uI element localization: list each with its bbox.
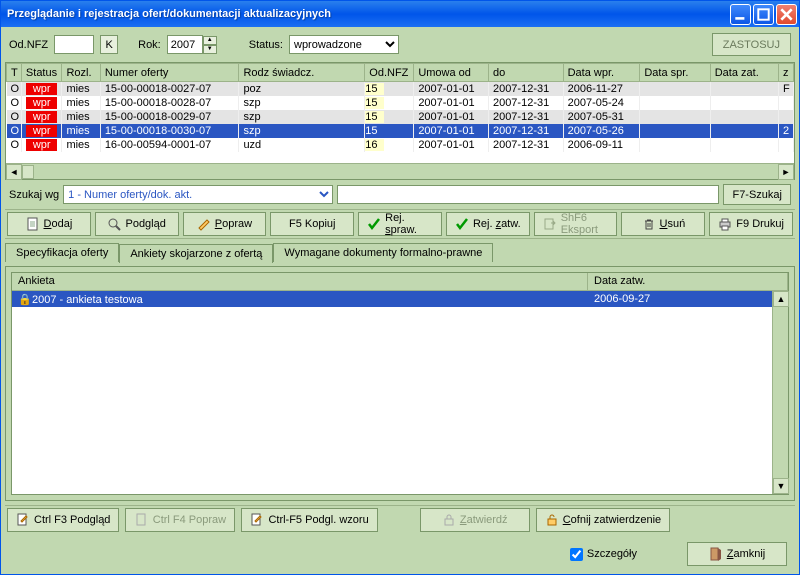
offers-grid: TStatusRozl.Numer ofertyRodz świadcz.Od.…	[5, 62, 795, 180]
export-button[interactable]: ShF6 Eksport	[534, 212, 618, 236]
export-icon	[543, 217, 557, 231]
rok-spin-down[interactable]: ▼	[203, 45, 217, 54]
tab-documents[interactable]: Wymagane dokumenty formalno-prawne	[273, 243, 493, 262]
col-data-zatw: Data zatw.	[588, 273, 788, 290]
detail-panel: Ankieta Data zatw. 🔒2007 - ankieta testo…	[5, 266, 795, 501]
table-row[interactable]: Owprmies15-00-00018-0030-07szp152007-01-…	[7, 124, 794, 138]
edit-button[interactable]: Popraw	[183, 212, 267, 236]
printer-icon	[718, 217, 732, 231]
tabs: Specyfikacja oferty Ankiety skojarzone z…	[5, 243, 795, 262]
details-checkbox[interactable]: Szczegóły	[570, 548, 637, 561]
grid-column-header[interactable]: Umowa od	[414, 64, 489, 82]
table-row[interactable]: Owprmies15-00-00018-0027-07poz152007-01-…	[7, 82, 794, 96]
col-ankieta: Ankieta	[12, 273, 588, 290]
new-doc-icon	[26, 217, 40, 231]
search-mode-select[interactable]: 1 - Numer oferty/dok. akt.	[63, 185, 333, 204]
grid-column-header[interactable]: Data wpr.	[563, 64, 640, 82]
search-button[interactable]: F7-Szukaj	[723, 184, 791, 205]
minimize-button[interactable]	[730, 4, 751, 25]
table-row[interactable]: Owprmies16-00-00594-0001-07uzd162007-01-…	[7, 138, 794, 152]
scroll-thumb[interactable]	[22, 165, 34, 179]
rok-spin-up[interactable]: ▲	[203, 36, 217, 45]
rok-input[interactable]	[167, 35, 203, 54]
status-select[interactable]: wprowadzone	[289, 35, 399, 54]
lock-icon	[442, 513, 456, 527]
bottom-bar: Szczegóły Zamknij	[5, 538, 795, 570]
search-input[interactable]	[337, 185, 719, 204]
close-bottom-button[interactable]: Zamknij	[687, 542, 787, 566]
table-row[interactable]: Owprmies15-00-00018-0028-07szp152007-01-…	[7, 96, 794, 110]
view-button[interactable]: Podgląd	[95, 212, 179, 236]
print-button[interactable]: F9 Drukuj	[709, 212, 793, 236]
grid-column-header[interactable]: Numer oferty	[100, 64, 239, 82]
scroll-left-icon[interactable]: ◄	[6, 164, 22, 180]
tab-specification[interactable]: Specyfikacja oferty	[5, 243, 119, 262]
grid-column-header[interactable]: Rozl.	[62, 64, 100, 82]
pencil-doc-icon	[135, 513, 149, 527]
tab-surveys[interactable]: Ankiety skojarzone z ofertą	[119, 244, 273, 263]
odnfz-input[interactable]	[54, 35, 94, 54]
detail-view-button[interactable]: Ctrl F3 Podgląd	[7, 508, 119, 532]
check-icon	[455, 217, 469, 231]
odnfz-lookup-button[interactable]: K	[100, 35, 118, 54]
scroll-down-icon[interactable]: ▼	[773, 478, 789, 494]
apply-button[interactable]: ZASTOSUJ	[712, 33, 791, 56]
unlock-icon	[545, 513, 559, 527]
close-button[interactable]	[776, 4, 797, 25]
titlebar: Przeglądanie i rejestracja ofert/dokumen…	[1, 1, 799, 27]
grid-column-header[interactable]: Status	[21, 64, 62, 82]
grid-column-header[interactable]: Od.NFZ	[365, 64, 414, 82]
unapprove-button[interactable]: Cofnij zatwierdzenie	[536, 508, 670, 532]
door-icon	[709, 547, 723, 561]
detail-template-button[interactable]: Ctrl-F5 Podgl. wzoru	[241, 508, 377, 532]
lock-icon: 🔒	[18, 293, 32, 306]
add-button[interactable]: DDodajodaj	[7, 212, 91, 236]
pencil-doc-icon	[16, 513, 30, 527]
magnify-icon	[107, 217, 121, 231]
grid-column-header[interactable]: T	[7, 64, 22, 82]
rej-zatw-button[interactable]: Rej. zatw.	[446, 212, 530, 236]
detail-vscroll[interactable]: ▲ ▼	[772, 291, 788, 494]
detail-edit-button[interactable]: Ctrl F4 Popraw	[125, 508, 235, 532]
search-bar: Szukaj wg 1 - Numer oferty/dok. akt. F7-…	[5, 184, 795, 205]
approve-button[interactable]: Zatwierdź	[420, 508, 530, 532]
action-bar: DDodajodaj Podgląd Popraw F5 Kopiuj Rej.…	[5, 209, 795, 239]
grid-column-header[interactable]: Data zat.	[710, 64, 778, 82]
rej-spraw-button[interactable]: Rej. spraw.	[358, 212, 442, 236]
filter-bar: Od.NFZ K Rok: ▲ ▼ Status: wprowadzone ZA…	[5, 31, 795, 58]
grid-column-header[interactable]: do	[488, 64, 563, 82]
detail-actions: Ctrl F3 Podgląd Ctrl F4 Popraw Ctrl-F5 P…	[5, 505, 795, 534]
check-icon	[367, 217, 381, 231]
grid-column-header[interactable]: Rodz świadcz.	[239, 64, 365, 82]
pencil-doc-icon	[250, 513, 264, 527]
grid-column-header[interactable]: z	[778, 64, 793, 82]
status-label: Status:	[249, 39, 283, 51]
window-title: Przeglądanie i rejestracja ofert/dokumen…	[7, 8, 730, 20]
rok-label: Rok:	[138, 39, 161, 51]
grid-column-header[interactable]: Data spr.	[640, 64, 710, 82]
grid-hscroll[interactable]: ◄ ►	[6, 163, 794, 179]
survey-grid: Ankieta Data zatw. 🔒2007 - ankieta testo…	[11, 272, 789, 495]
trash-icon	[642, 217, 656, 231]
table-row[interactable]: Owprmies15-00-00018-0029-07szp152007-01-…	[7, 110, 794, 124]
survey-row[interactable]: 🔒2007 - ankieta testowa 2006-09-27	[12, 291, 788, 307]
scroll-up-icon[interactable]: ▲	[773, 291, 789, 307]
maximize-button[interactable]	[753, 4, 774, 25]
scroll-right-icon[interactable]: ►	[778, 164, 794, 180]
delete-button[interactable]: Usuń	[621, 212, 705, 236]
search-label: Szukaj wg	[9, 189, 59, 201]
odnfz-label: Od.NFZ	[9, 39, 48, 51]
pencil-icon	[197, 217, 211, 231]
copy-button[interactable]: F5 Kopiuj	[270, 212, 354, 236]
app-window: Przeglądanie i rejestracja ofert/dokumen…	[0, 0, 800, 575]
